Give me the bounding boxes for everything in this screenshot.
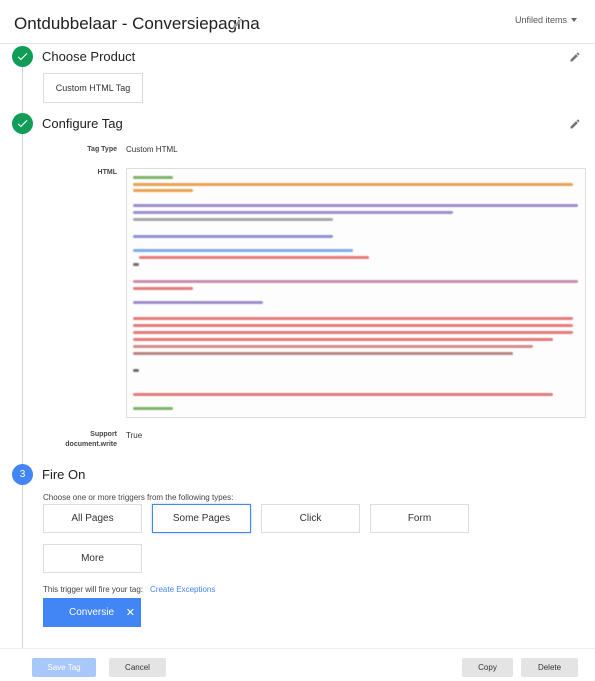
- code-line: [133, 393, 553, 396]
- create-exceptions-link[interactable]: Create Exceptions: [150, 585, 215, 594]
- step-1-title[interactable]: Choose Product: [42, 49, 135, 64]
- tag-type-label: Tag Type: [87, 146, 117, 153]
- code-line: [133, 235, 333, 238]
- support-docwrite-label: Support document.write: [60, 430, 117, 450]
- copy-button[interactable]: Copy: [462, 658, 513, 677]
- code-line: [133, 211, 453, 214]
- selected-product-box: Custom HTML Tag: [43, 73, 143, 103]
- selected-product-label: Custom HTML Tag: [55, 83, 131, 93]
- code-line: [133, 345, 533, 348]
- trigger-all-pages-button[interactable]: All Pages: [43, 504, 142, 533]
- cancel-button[interactable]: Cancel: [109, 658, 166, 677]
- html-label: HTML: [97, 169, 117, 176]
- save-tag-button[interactable]: Save Tag: [32, 658, 96, 677]
- step-rail-2: [22, 134, 23, 465]
- step-3-title: Fire On: [42, 467, 86, 482]
- trigger-form-button[interactable]: Form: [370, 504, 469, 533]
- code-line: [133, 407, 173, 410]
- code-line: [133, 280, 578, 283]
- edit-title-icon[interactable]: [232, 17, 244, 29]
- support-label-line-2: document.write: [65, 441, 117, 448]
- tag-header: Ontdubbelaar - Conversiepagina Unfiled i…: [0, 0, 595, 44]
- step-2-check-icon: [12, 113, 33, 134]
- step-rail-3: [22, 485, 23, 648]
- trigger-chip[interactable]: Conversie ✕: [43, 598, 141, 627]
- trigger-types-intro: Choose one or more triggers from the fol…: [43, 493, 234, 502]
- footer-actions: Save Tag Cancel Copy Delete: [0, 648, 595, 681]
- tag-type-value: Custom HTML: [126, 145, 178, 154]
- edit-configuration-icon[interactable]: [569, 118, 581, 130]
- delete-button[interactable]: Delete: [521, 658, 578, 677]
- step-2-title[interactable]: Configure Tag: [42, 116, 123, 131]
- code-line: [133, 183, 573, 186]
- trigger-chip-label: Conversie: [69, 607, 115, 618]
- chevron-down-icon: [571, 18, 577, 22]
- code-line: [133, 352, 513, 355]
- trigger-some-pages-button[interactable]: Some Pages: [152, 504, 251, 533]
- code-line: [133, 189, 193, 192]
- folder-selector[interactable]: Unfiled items: [515, 15, 577, 25]
- fires-tag-label: This trigger will fire your tag:: [43, 585, 144, 594]
- remove-trigger-icon[interactable]: ✕: [126, 606, 135, 619]
- trigger-more-button[interactable]: More: [43, 544, 142, 573]
- code-line: [133, 204, 578, 207]
- step-1-check-icon: [12, 46, 33, 67]
- step-rail-1: [22, 67, 23, 113]
- code-line: [133, 331, 573, 334]
- code-line: [133, 317, 573, 320]
- code-line: [133, 301, 263, 304]
- edit-product-icon[interactable]: [569, 51, 581, 63]
- code-line: [133, 263, 139, 266]
- folder-label: Unfiled items: [514, 15, 567, 25]
- html-code-editor[interactable]: [126, 168, 586, 418]
- code-line: [133, 249, 353, 252]
- trigger-click-button[interactable]: Click: [261, 504, 360, 533]
- code-line: [133, 176, 173, 179]
- support-docwrite-value: True: [126, 431, 143, 440]
- code-line: [139, 256, 369, 259]
- support-label-line-1: Support: [90, 431, 117, 438]
- code-line: [133, 218, 333, 221]
- code-line: [133, 369, 139, 372]
- code-line: [133, 287, 193, 290]
- step-3-number: 3: [12, 464, 33, 485]
- code-line: [133, 324, 573, 327]
- code-line: [133, 338, 553, 341]
- tag-title: Ontdubbelaar - Conversiepagina: [14, 14, 260, 33]
